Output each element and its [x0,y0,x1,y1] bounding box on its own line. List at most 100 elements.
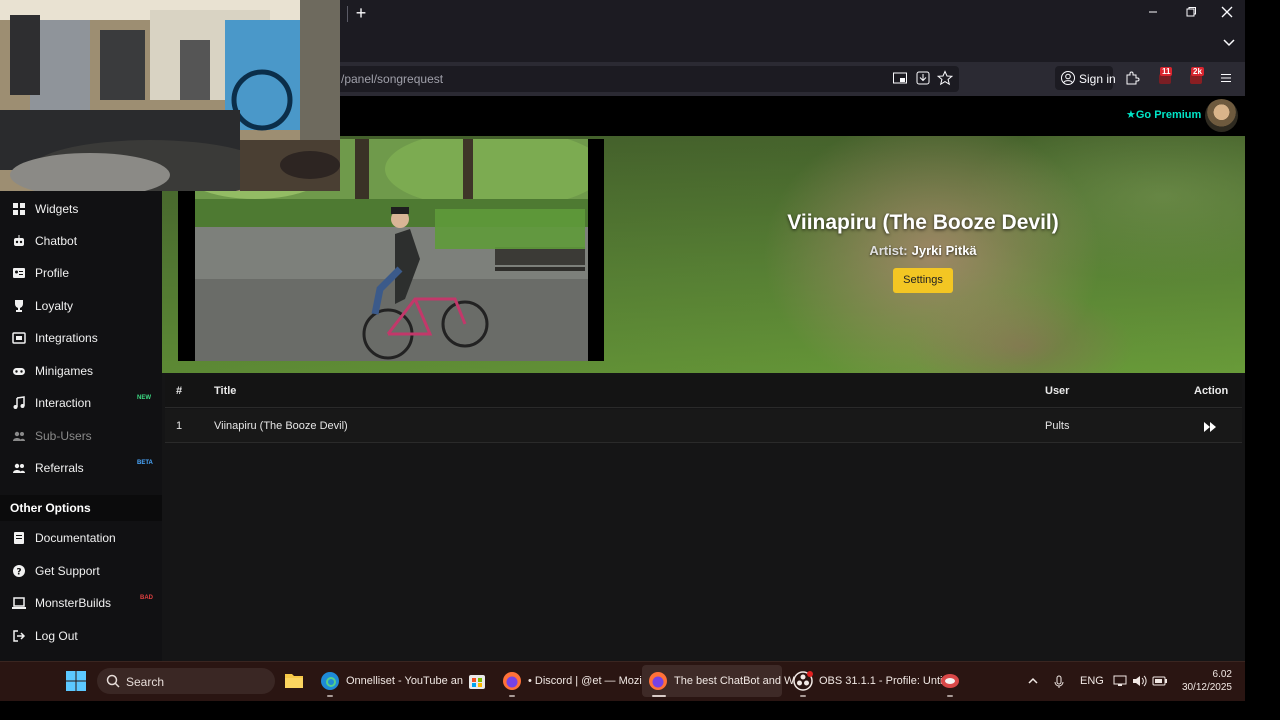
row-title: Viinapiru (The Booze Devil) [214,420,348,432]
user-group-icon [12,461,26,475]
robot-icon [12,234,26,248]
sidebar-item-label: Chatbot [35,234,78,248]
bookmark-star-icon[interactable] [936,70,954,86]
minimize-icon[interactable] [1145,4,1161,20]
restore-icon[interactable] [1182,4,1198,20]
file-explorer-icon[interactable] [284,671,304,689]
sidebar-item-log-out[interactable]: Log Out [12,626,78,646]
sidebar-item-label: Loyalty [35,299,74,313]
sidebar-item-label: Interaction [35,396,92,410]
store-icon[interactable] [467,671,487,691]
taskbar-clock[interactable]: 6.02 30/12/2025 [1180,668,1232,694]
new-tab-button[interactable]: + [352,4,370,22]
windows-start-icon[interactable] [66,671,86,691]
battery-icon[interactable] [1152,675,1168,690]
list-all-tabs-icon[interactable] [1221,34,1237,50]
taskbar-search-label: Search [126,675,165,689]
sidebar-item-profile[interactable]: Profile [12,263,69,283]
sidebar-item-integrations[interactable]: Integrations [12,328,98,348]
new-badge: NEW [137,395,151,401]
app-running-indicator [947,695,953,697]
sign-in-label: Sign in [1079,72,1116,86]
sidebar-item-label: Log Out [35,629,78,643]
plug-icon [12,331,26,345]
close-icon[interactable] [1219,4,1235,20]
taskbar-search-box[interactable] [97,668,275,694]
beta-badge: BETA [137,460,153,466]
sidebar-item-monsterbuilds[interactable]: MonsterBuilds [12,593,111,613]
artist-name: Jyrki Pitkä [911,243,977,258]
sidebar-item-get-support[interactable]: ? Get Support [12,561,100,581]
webcam-room-scene [0,0,340,191]
sidebar-item-label: Profile [35,266,70,280]
sidebar-item-widgets[interactable]: Widgets [12,199,78,219]
firefox-icon[interactable] [648,671,668,691]
network-icon[interactable] [1113,675,1127,690]
go-premium-label: Go Premium [1135,109,1202,121]
column-header-title: Title [214,385,237,397]
column-header-number: # [176,385,183,397]
column-header-user: User [1045,385,1070,397]
go-premium-link[interactable]: ★Go Premium [1126,108,1201,121]
sidebar-item-minigames[interactable]: Minigames [12,361,93,381]
picture-in-picture-icon[interactable] [892,70,908,86]
sidebar-item-sub-users[interactable]: Sub-Users [12,426,92,446]
queue-table-header [165,375,1242,408]
show-hidden-icons-icon[interactable] [1027,675,1039,690]
sidebar-item-label: Widgets [35,202,79,216]
microphone-icon[interactable] [1053,675,1065,692]
extension-two-badge: 2k [1191,67,1204,76]
artist-label: Artist: [869,243,908,258]
obs-icon[interactable] [793,671,813,691]
save-page-icon[interactable] [915,70,931,86]
pinned-app-icon[interactable] [940,671,960,691]
extension-one-badge: 11 [1160,67,1173,76]
sidebar-item-label: Integrations [35,331,98,345]
firefox-icon[interactable] [502,671,522,691]
artist-line: Artist: Jyrki Pitkä [762,243,1084,258]
sidebar-item-loyalty[interactable]: Loyalty [12,296,73,316]
search-icon [106,674,120,688]
webcam-overlay [0,0,340,191]
column-header-action: Action [1194,385,1229,397]
app-running-indicator [509,695,515,697]
app-active-indicator [652,695,666,697]
id-card-icon [12,266,26,280]
gamepad-icon [12,364,26,378]
music-note-icon [12,396,26,410]
user-avatar[interactable] [1205,99,1238,132]
sidebar-item-label: Referrals [35,461,84,475]
widgets-icon [12,202,26,216]
edge-browser-icon[interactable] [320,671,340,691]
url-text[interactable]: /panel/songrequest [341,72,443,86]
menu-hamburger-icon[interactable] [1218,70,1234,86]
sidebar-item-chatbot[interactable]: Chatbot [12,231,77,251]
clock-date: 30/12/2025 [1181,682,1232,693]
row-user: Pults [1045,420,1070,432]
sidebar-item-documentation[interactable]: Documentation [12,528,116,548]
taskbar-app-obs[interactable]: OBS 31.1.1 - Profile: Unti [819,675,943,687]
sidebar-item-interaction[interactable]: Interaction [12,393,91,413]
app-running-indicator [800,695,806,697]
taskbar-app-youtube[interactable]: Onnelliset - YouTube an [346,675,463,687]
tab-separator [347,6,348,22]
settings-button[interactable]: Settings [893,268,953,293]
sidebar-item-referrals[interactable]: Referrals [12,458,84,478]
laptop-icon [12,596,26,610]
star-icon: ★ [1126,109,1136,121]
account-icon [1060,70,1076,86]
language-indicator[interactable]: ENG [1080,675,1104,687]
extensions-icon[interactable] [1124,70,1140,86]
scroll-icon [12,531,26,545]
taskbar-app-discord[interactable]: • Discord | @et — Mozil [528,675,644,687]
sidebar-item-label: Get Support [35,564,100,578]
sidebar-item-label: MonsterBuilds [35,596,112,610]
taskbar-app-chatbot[interactable]: The best ChatBot and W [674,675,794,687]
volume-icon[interactable] [1132,675,1148,690]
sidebar-item-label: Documentation [35,531,116,545]
logout-icon [12,629,26,643]
app-running-indicator [327,695,333,697]
skip-forward-icon[interactable] [1203,420,1217,432]
users-icon [12,429,26,443]
sidebar-item-label: Minigames [35,364,94,378]
